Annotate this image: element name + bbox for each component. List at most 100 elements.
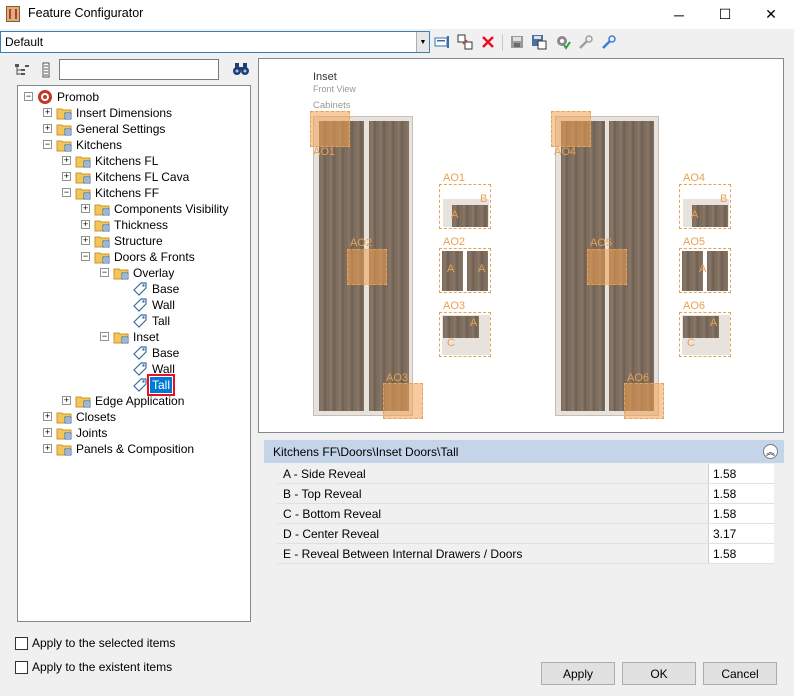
ok-button[interactable]: OK <box>622 662 696 685</box>
detail-ao3-label: AO3 <box>443 300 466 312</box>
apply-selected-checkbox[interactable] <box>15 637 28 650</box>
detail-ao5-box: A <box>679 248 731 293</box>
folder-icon <box>56 108 72 120</box>
tree-search-input[interactable] <box>59 59 219 80</box>
ao1-label: AO1 <box>313 146 336 158</box>
ao2-label: AO2 <box>350 237 373 249</box>
tree-item[interactable]: + Closets <box>18 409 248 425</box>
profile-value: Default <box>5 35 44 49</box>
property-row[interactable]: C - Bottom Reveal 1.58 <box>277 504 774 524</box>
minimize-button[interactable]: ─ <box>656 0 702 29</box>
binoculars-icon[interactable] <box>232 61 250 79</box>
property-row[interactable]: D - Center Reveal 3.17 <box>277 524 774 544</box>
expand-toggle-icon[interactable]: + <box>81 204 90 213</box>
tree-item[interactable]: − Kitchens FF <box>18 185 248 201</box>
expand-toggle-icon[interactable]: + <box>43 428 52 437</box>
collapse-toggle-icon[interactable]: − <box>100 332 109 341</box>
folder-icon <box>113 332 129 344</box>
folder-icon <box>56 412 72 424</box>
profile-combo[interactable]: Default ▼ <box>0 31 430 53</box>
cancel-button[interactable]: Cancel <box>703 662 777 685</box>
collapse-toggle-icon[interactable]: − <box>24 92 33 101</box>
expand-toggle-icon[interactable]: + <box>43 108 52 117</box>
apply-button[interactable]: Apply <box>541 662 615 685</box>
apply-existent-checkbox[interactable] <box>15 661 28 674</box>
detail-ao4-side-reveal: A <box>691 209 699 221</box>
ao1-highlight <box>310 111 350 147</box>
expand-toggle-icon[interactable]: + <box>81 220 90 229</box>
tree-item[interactable]: Wall <box>18 297 248 313</box>
tree-item[interactable]: − Doors & Fronts <box>18 249 248 265</box>
detail-ao3-box: A C <box>439 312 491 357</box>
tree-item-label: Edge Application <box>95 394 185 408</box>
collapse-toggle-icon[interactable]: − <box>100 268 109 277</box>
expand-toggle-icon[interactable]: + <box>62 156 71 165</box>
tree-item[interactable]: Tall <box>18 374 248 396</box>
tree-item[interactable]: + General Settings <box>18 121 248 137</box>
expand-toggle-icon[interactable]: + <box>43 412 52 421</box>
tree-item[interactable]: Base <box>18 281 248 297</box>
property-value-field[interactable]: 3.17 <box>708 524 774 543</box>
tree-item[interactable]: + Edge Application <box>18 393 248 409</box>
property-row[interactable]: A - Side Reveal 1.58 <box>277 464 774 484</box>
maximize-button[interactable]: ☐ <box>702 0 748 29</box>
tree-item-label: Inset <box>133 330 160 344</box>
tree-item-label: Panels & Composition <box>76 442 195 456</box>
delete-icon[interactable] <box>479 33 497 51</box>
property-group-header: Kitchens FF\Doors\Inset Doors\Tall ︽ <box>264 440 784 463</box>
property-name: E - Reveal Between Internal Drawers / Do… <box>283 547 523 561</box>
property-row[interactable]: B - Top Reveal 1.58 <box>277 484 774 504</box>
property-row[interactable]: E - Reveal Between Internal Drawers / Do… <box>277 544 774 564</box>
tree-item[interactable]: Base <box>18 345 248 361</box>
wrench-icon[interactable] <box>600 33 618 51</box>
property-group-title: Kitchens FF\Doors\Inset Doors\Tall <box>273 445 459 459</box>
tree-item[interactable]: + Components Visibility <box>18 201 248 217</box>
new-profile-icon[interactable] <box>433 33 451 51</box>
property-value-field[interactable]: 1.58 <box>708 464 774 483</box>
tree-item[interactable]: + Joints <box>18 425 248 441</box>
property-value-field[interactable]: 1.58 <box>708 504 774 523</box>
folder-icon <box>75 172 91 184</box>
settings-gear-icon[interactable] <box>554 33 572 51</box>
sort-icon[interactable] <box>39 62 53 78</box>
tool-icon[interactable] <box>577 33 595 51</box>
tree-item-label: Kitchens FL <box>95 154 159 168</box>
collapse-toggle-icon[interactable]: − <box>81 252 90 261</box>
ao5-highlight <box>587 249 627 285</box>
detail-ao2-side-reveal-right: A <box>478 263 486 275</box>
collapse-toggle-icon[interactable]: − <box>62 188 71 197</box>
property-value-field[interactable]: 1.58 <box>708 544 774 563</box>
tree-item[interactable]: + Structure <box>18 233 248 249</box>
tree-item[interactable]: + Kitchens FL <box>18 153 248 169</box>
ao5-label: AO5 <box>590 237 613 249</box>
tree-item[interactable]: + Kitchens FL Cava <box>18 169 248 185</box>
tree-item[interactable]: + Thickness <box>18 217 248 233</box>
copy-profile-icon[interactable] <box>456 33 474 51</box>
feature-tree[interactable]: − Promob + Insert Dimensions + General Settin… <box>17 85 251 622</box>
tree-item[interactable]: Tall <box>18 313 248 329</box>
tree-item[interactable]: + Insert Dimensions <box>18 105 248 121</box>
folder-icon <box>113 268 129 280</box>
ao3-highlight <box>383 383 423 419</box>
tree-item[interactable]: − Promob <box>18 89 248 105</box>
collapse-icon[interactable]: ︽ <box>763 444 778 459</box>
tree-item[interactable]: − Inset <box>18 329 248 345</box>
property-value-field[interactable]: 1.58 <box>708 484 774 503</box>
tree-item[interactable]: Wall <box>18 361 248 377</box>
expand-toggle-icon[interactable]: + <box>62 396 71 405</box>
save-icon[interactable] <box>508 33 526 51</box>
expand-toggle-icon[interactable]: + <box>81 236 90 245</box>
tree-item[interactable]: − Kitchens <box>18 137 248 153</box>
tree-item[interactable]: + Panels & Composition <box>18 441 248 457</box>
detail-ao4-label: AO4 <box>683 172 706 184</box>
expand-toggle-icon[interactable]: + <box>62 172 71 181</box>
expand-toggle-icon[interactable]: + <box>43 124 52 133</box>
expand-toggle-icon[interactable]: + <box>43 444 52 453</box>
tree-view-icon[interactable] <box>14 62 30 78</box>
detail-ao1-box: A B <box>439 184 491 229</box>
tree-item[interactable]: − Overlay <box>18 265 248 281</box>
collapse-toggle-icon[interactable]: − <box>43 140 52 149</box>
save-as-icon[interactable] <box>530 33 548 51</box>
chevron-down-icon[interactable]: ▼ <box>416 32 429 52</box>
close-button[interactable]: ✕ <box>748 0 794 29</box>
